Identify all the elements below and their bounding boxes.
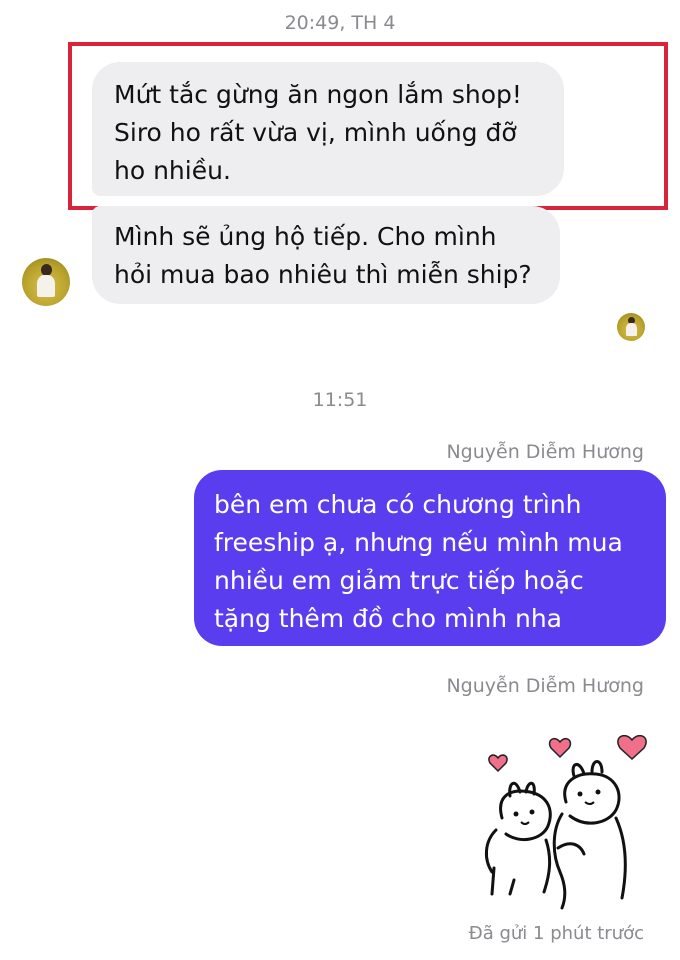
chat-thread: 20:49, TH 4 Mứt tắc gừng ăn ngon lắm sho… [0, 0, 680, 960]
message-line: bên em chưa có chương trình [214, 490, 582, 519]
bunny-sticker-icon[interactable] [474, 730, 654, 912]
outgoing-message-bubble[interactable]: bên em chưa có chương trình freeship ạ, … [194, 470, 666, 646]
message-line: freeship ạ, nhưng nếu mình mua [214, 528, 623, 557]
message-line: tặng thêm đồ cho mình nha [214, 604, 562, 633]
timestamp: 11:51 [312, 389, 368, 411]
seen-avatar [617, 313, 645, 341]
message-line: hỏi mua bao nhiêu thì miễn ship? [114, 260, 532, 289]
contact-avatar[interactable] [22, 258, 70, 306]
sent-status: Đã gửi 1 phút trước [468, 923, 644, 944]
timestamp: 20:49, TH 4 [284, 12, 396, 34]
sender-name: Nguyễn Diễm Hương [446, 441, 644, 463]
heart-icon [548, 737, 572, 759]
heart-icon [488, 754, 508, 773]
incoming-message-bubble[interactable]: Mình sẽ ủng hộ tiếp. Cho mình hỏi mua ba… [92, 206, 560, 304]
message-line: nhiều em giảm trực tiếp hoặc [214, 566, 584, 595]
highlight-box [68, 42, 668, 210]
sender-name: Nguyễn Diễm Hương [446, 675, 644, 697]
message-line: Mình sẽ ủng hộ tiếp. Cho mình [114, 222, 497, 251]
heart-icon [617, 734, 647, 761]
